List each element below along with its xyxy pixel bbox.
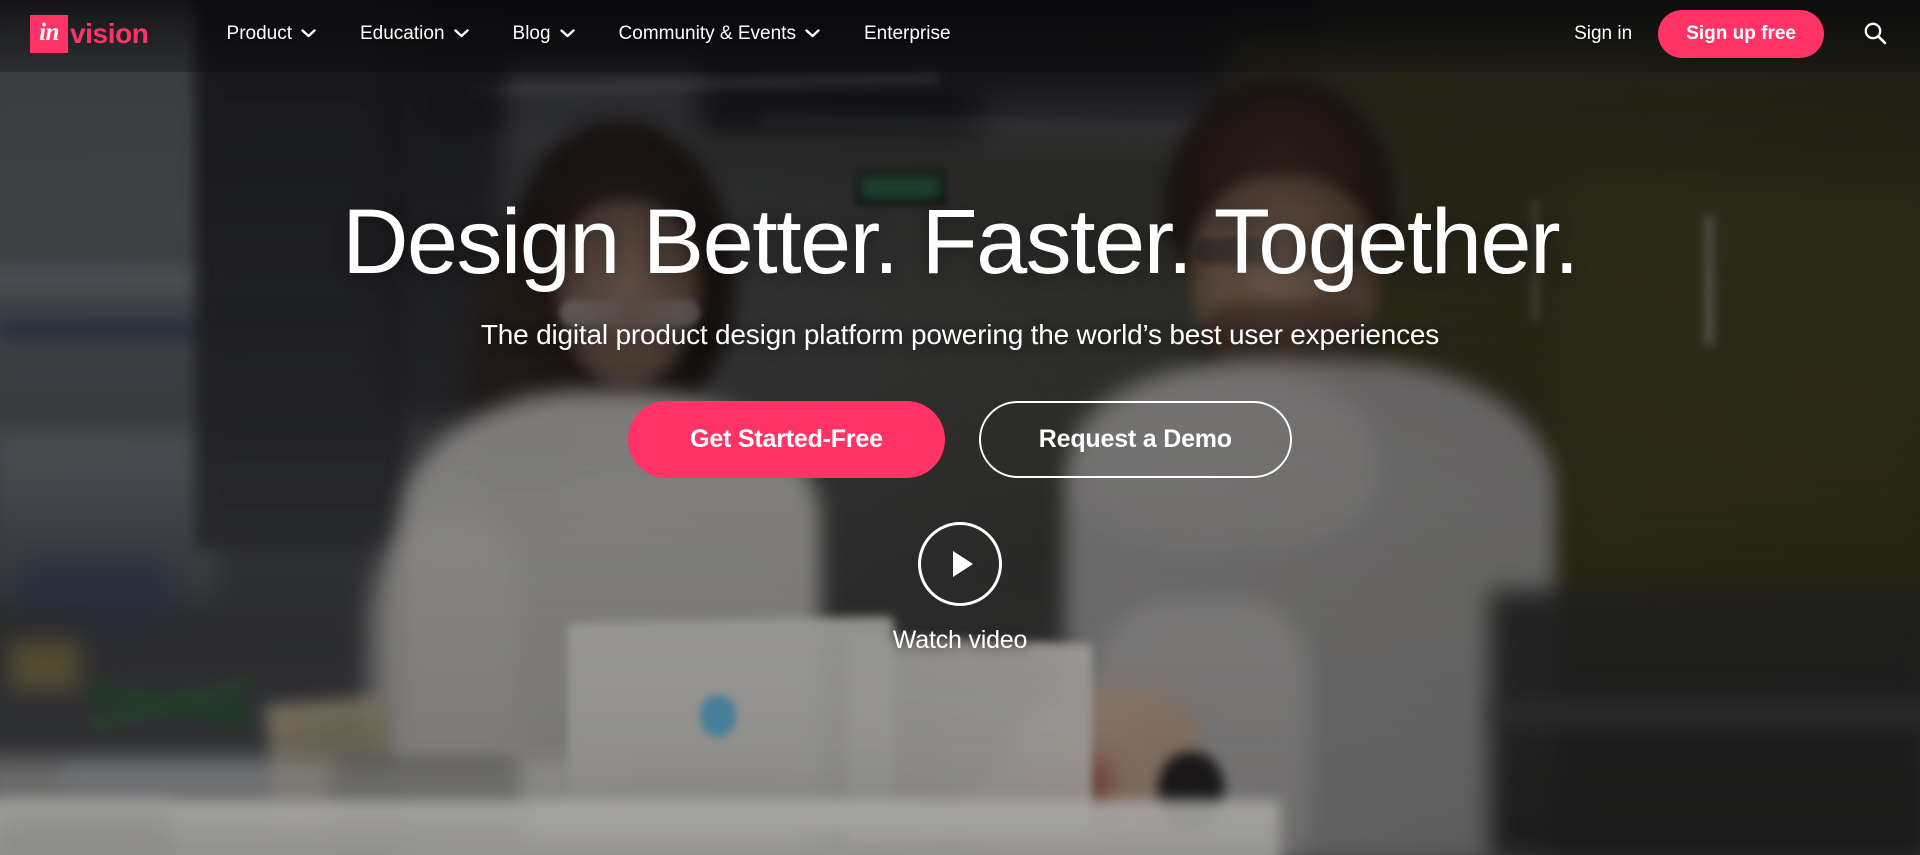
sign-up-free-button[interactable]: Sign up free: [1658, 10, 1824, 58]
nav-item-community-and-events-label: Community & Events: [618, 23, 796, 44]
nav-item-enterprise[interactable]: Enterprise: [842, 0, 973, 68]
get-started-free-button[interactable]: Get Started-Free: [628, 401, 945, 479]
chevron-down-icon: [453, 28, 469, 38]
sign-in-link[interactable]: Sign in: [1548, 23, 1658, 45]
nav-item-product[interactable]: Product: [205, 0, 338, 68]
nav-item-product-label: Product: [226, 23, 292, 44]
play-icon[interactable]: [918, 522, 1002, 607]
nav-item-blog[interactable]: Blog: [491, 0, 597, 68]
page-title: Design Better. Faster. Together.: [342, 191, 1579, 293]
nav-item-education[interactable]: Education: [338, 0, 491, 68]
watch-video-label: Watch video: [892, 626, 1028, 655]
watch-video-control[interactable]: Watch video: [893, 522, 1027, 655]
nav-actions: Sign in Sign up free: [1548, 10, 1892, 58]
search-button[interactable]: [1858, 17, 1892, 51]
invision-logo[interactable]: in vision: [30, 14, 149, 54]
request-a-demo-button[interactable]: Request a Demo: [978, 401, 1292, 479]
hero-section: in vision Product Education Blog Communi…: [0, 0, 1920, 855]
search-icon: [1862, 20, 1888, 49]
nav-item-community-and-events[interactable]: Community & Events: [597, 0, 842, 68]
chevron-down-icon: [559, 28, 575, 38]
invision-logo-mark: in: [30, 15, 68, 53]
chevron-down-icon: [301, 28, 316, 38]
nav-item-enterprise-label: Enterprise: [863, 23, 951, 44]
main-navigation-bar: in vision Product Education Blog Communi…: [0, 0, 1920, 68]
primary-nav-links: Product Education Blog Community & Event…: [205, 0, 973, 68]
chevron-down-icon: [805, 28, 820, 38]
nav-item-education-label: Education: [360, 23, 445, 44]
invision-logo-wordmark: vision: [70, 18, 149, 49]
play-triangle-icon: [953, 551, 973, 578]
hero-subtitle: The digital product design platform powe…: [480, 318, 1440, 350]
hero-cta-row: Get Started-Free Request a Demo: [628, 401, 1292, 479]
nav-item-blog-label: Blog: [512, 23, 551, 44]
